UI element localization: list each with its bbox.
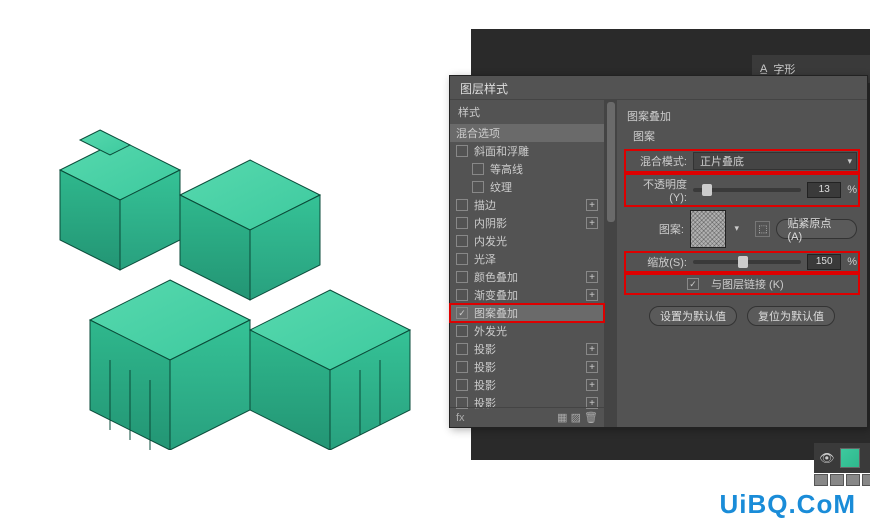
pattern-label: 图案: [627, 221, 684, 237]
fx-item-0[interactable]: 斜面和浮雕 [450, 142, 604, 160]
fx-label: 内发光 [474, 233, 507, 249]
tab-icon: A̲ [760, 63, 767, 75]
fx-item-4[interactable]: 内阴影 + [450, 214, 604, 232]
reset-default-button[interactable]: 复位为默认值 [747, 306, 835, 326]
fx-label: 外发光 [474, 323, 507, 339]
fx-add-icon[interactable]: + [586, 343, 598, 355]
fx-checkbox[interactable] [456, 253, 468, 265]
fx-checkbox[interactable] [456, 325, 468, 337]
fx-actions[interactable]: ▦ ▨ 🗑 [557, 411, 598, 424]
link-row: 与图层链接 (K) [627, 276, 857, 292]
fx-label: 投影 [474, 359, 496, 375]
fx-checkbox[interactable] [472, 163, 484, 175]
link-checkbox[interactable] [687, 278, 699, 290]
fx-checkbox[interactable] [456, 217, 468, 229]
fx-checkbox[interactable] [456, 271, 468, 283]
small-icon[interactable] [846, 474, 860, 486]
fx-item-9[interactable]: 图案叠加 [450, 304, 604, 322]
pattern-overlay-options: 图案叠加 图案 混合模式: 正片叠底 不透明度(Y): 13 % 图案: ⬚ 贴… [617, 100, 867, 427]
pattern-swatch[interactable] [690, 210, 726, 248]
fx-item-6[interactable]: 光泽 [450, 250, 604, 268]
fx-label: 内阴影 [474, 215, 507, 231]
opacity-slider[interactable] [693, 188, 801, 192]
opacity-label: 不透明度(Y): [627, 176, 687, 204]
fx-label: 等高线 [490, 161, 523, 177]
styles-list-panel: 样式 混合选项 斜面和浮雕等高线纹理描边 + 内阴影 + 内发光光泽颜色叠加 + 渐变叠加 +… [450, 100, 605, 427]
fx-add-icon[interactable]: + [586, 289, 598, 301]
scale-row: 缩放(S): 150 % [627, 254, 857, 270]
fx-icon[interactable]: fx [456, 412, 465, 424]
snap-origin-button[interactable]: 贴紧原点 (A) [776, 219, 857, 239]
fx-item-11[interactable]: 投影 + [450, 340, 604, 358]
dialog-title: 图层样式 [450, 76, 867, 100]
layers-strip: 👁 [814, 443, 870, 473]
fx-add-icon[interactable]: + [586, 199, 598, 211]
small-icon[interactable] [814, 474, 828, 486]
styles-scrollbar[interactable] [605, 100, 617, 427]
blend-mode-dropdown[interactable]: 正片叠底 [693, 152, 857, 170]
fx-checkbox[interactable] [456, 361, 468, 373]
pattern-row: 图案: ⬚ 贴紧原点 (A) [627, 210, 857, 248]
fx-add-icon[interactable]: + [586, 271, 598, 283]
fx-item-2[interactable]: 纹理 [450, 178, 604, 196]
fx-label: 斜面和浮雕 [474, 143, 529, 159]
fx-checkbox[interactable] [456, 307, 468, 319]
fx-label: 纹理 [490, 179, 512, 195]
fx-label: 颜色叠加 [474, 269, 518, 285]
opacity-value[interactable]: 13 [807, 182, 841, 198]
layer-thumbnail[interactable] [840, 448, 860, 468]
set-default-button[interactable]: 设置为默认值 [649, 306, 737, 326]
options-group-title: 图案 [633, 128, 857, 144]
blend-mode-label: 混合模式: [627, 153, 687, 169]
fx-checkbox[interactable] [456, 145, 468, 157]
fx-label: 投影 [474, 341, 496, 357]
fx-item-13[interactable]: 投影 + [450, 376, 604, 394]
fx-item-1[interactable]: 等高线 [450, 160, 604, 178]
scale-value[interactable]: 150 [807, 254, 841, 270]
visibility-icon[interactable]: 👁 [818, 449, 836, 467]
fx-add-icon[interactable]: + [586, 217, 598, 229]
fx-checkbox[interactable] [456, 289, 468, 301]
styles-header: 样式 [450, 100, 604, 124]
isometric-artwork [30, 110, 440, 450]
scale-slider-thumb[interactable] [738, 256, 748, 268]
fx-label: 投影 [474, 377, 496, 393]
options-title: 图案叠加 [627, 108, 857, 124]
fx-item-3[interactable]: 描边 + [450, 196, 604, 214]
fx-item-10[interactable]: 外发光 [450, 322, 604, 340]
opacity-row: 不透明度(Y): 13 % [627, 176, 857, 204]
fx-checkbox[interactable] [456, 343, 468, 355]
scale-slider[interactable] [693, 260, 801, 264]
snap-icon[interactable]: ⬚ [755, 221, 770, 237]
watermark: UiBQ.CoM [719, 489, 856, 520]
fx-item-5[interactable]: 内发光 [450, 232, 604, 250]
scale-label: 缩放(S): [627, 254, 687, 270]
fx-item-12[interactable]: 投影 + [450, 358, 604, 376]
fx-checkbox[interactable] [456, 235, 468, 247]
small-icon[interactable] [862, 474, 870, 486]
misc-icons [814, 474, 870, 486]
fx-label: 图案叠加 [474, 305, 518, 321]
fx-checkbox[interactable] [472, 181, 484, 193]
fx-item-7[interactable]: 颜色叠加 + [450, 268, 604, 286]
scroll-thumb[interactable] [607, 102, 615, 222]
scale-unit: % [847, 256, 857, 268]
layer-style-dialog: 图层样式 样式 混合选项 斜面和浮雕等高线纹理描边 + 内阴影 + 内发光光泽颜色叠加 +… [449, 75, 868, 428]
styles-footer: fx ▦ ▨ 🗑 [450, 407, 604, 427]
blending-options-item[interactable]: 混合选项 [450, 124, 604, 142]
fx-label: 渐变叠加 [474, 287, 518, 303]
blend-mode-row: 混合模式: 正片叠底 [627, 152, 857, 170]
opacity-unit: % [847, 184, 857, 196]
small-icon[interactable] [830, 474, 844, 486]
fx-checkbox[interactable] [456, 379, 468, 391]
fx-checkbox[interactable] [456, 199, 468, 211]
fx-add-icon[interactable]: + [586, 379, 598, 391]
link-label: 与图层链接 (K) [711, 276, 784, 292]
fx-label: 光泽 [474, 251, 496, 267]
fx-item-8[interactable]: 渐变叠加 + [450, 286, 604, 304]
fx-label: 描边 [474, 197, 496, 213]
fx-add-icon[interactable]: + [586, 361, 598, 373]
opacity-slider-thumb[interactable] [702, 184, 712, 196]
